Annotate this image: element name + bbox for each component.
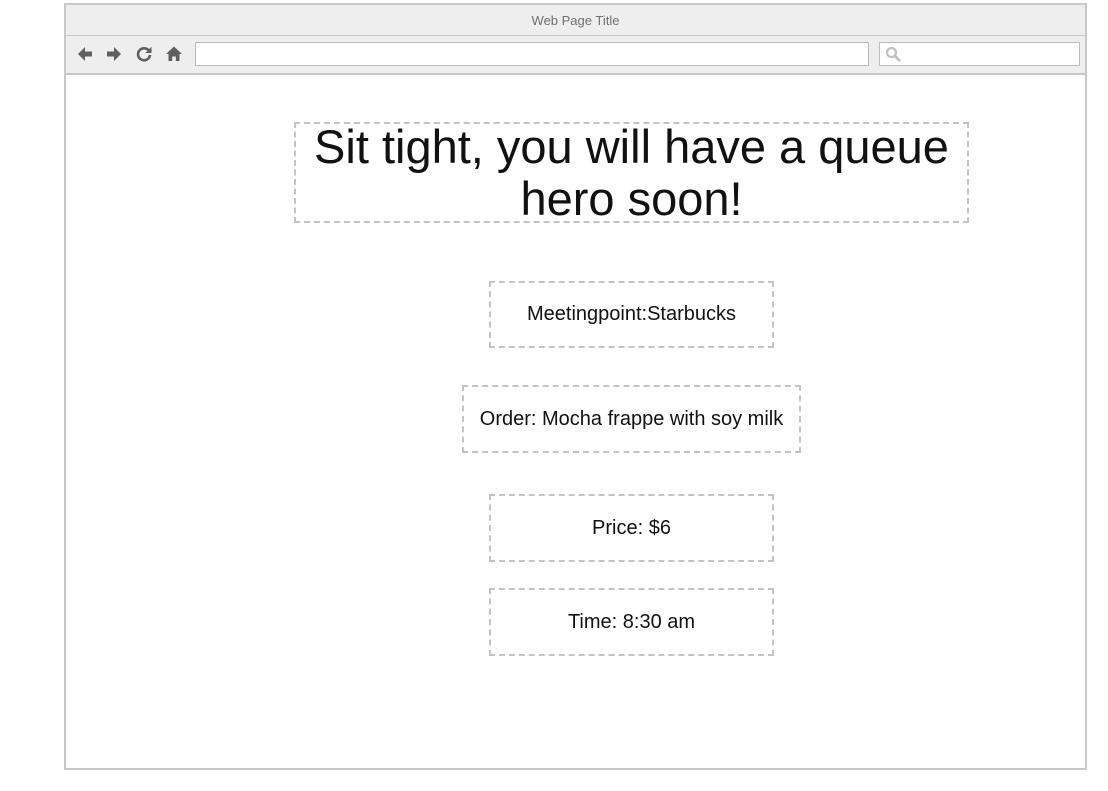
browser-toolbar xyxy=(66,36,1085,75)
home-icon xyxy=(166,46,182,61)
order-label: Order: Mocha frappe with soy milk xyxy=(462,385,801,453)
price-label: Price: $6 xyxy=(489,494,774,562)
search-icon xyxy=(885,46,901,62)
forward-button[interactable] xyxy=(102,41,126,67)
meeting-point-label: Meetingpoint:Starbucks xyxy=(489,281,774,348)
window-title: Web Page Title xyxy=(66,5,1085,36)
time-label: Time: 8:30 am xyxy=(489,588,774,656)
arrow-right-icon xyxy=(107,47,121,61)
arrow-left-icon xyxy=(78,47,92,61)
reload-icon xyxy=(136,46,152,62)
reload-button[interactable] xyxy=(132,41,156,67)
search-box[interactable] xyxy=(879,42,1080,67)
search-input[interactable] xyxy=(904,43,1078,67)
page-headline: Sit tight, you will have a queue hero so… xyxy=(294,120,969,224)
address-bar[interactable] xyxy=(195,42,869,66)
home-button[interactable] xyxy=(162,41,186,67)
back-button[interactable] xyxy=(73,41,97,67)
